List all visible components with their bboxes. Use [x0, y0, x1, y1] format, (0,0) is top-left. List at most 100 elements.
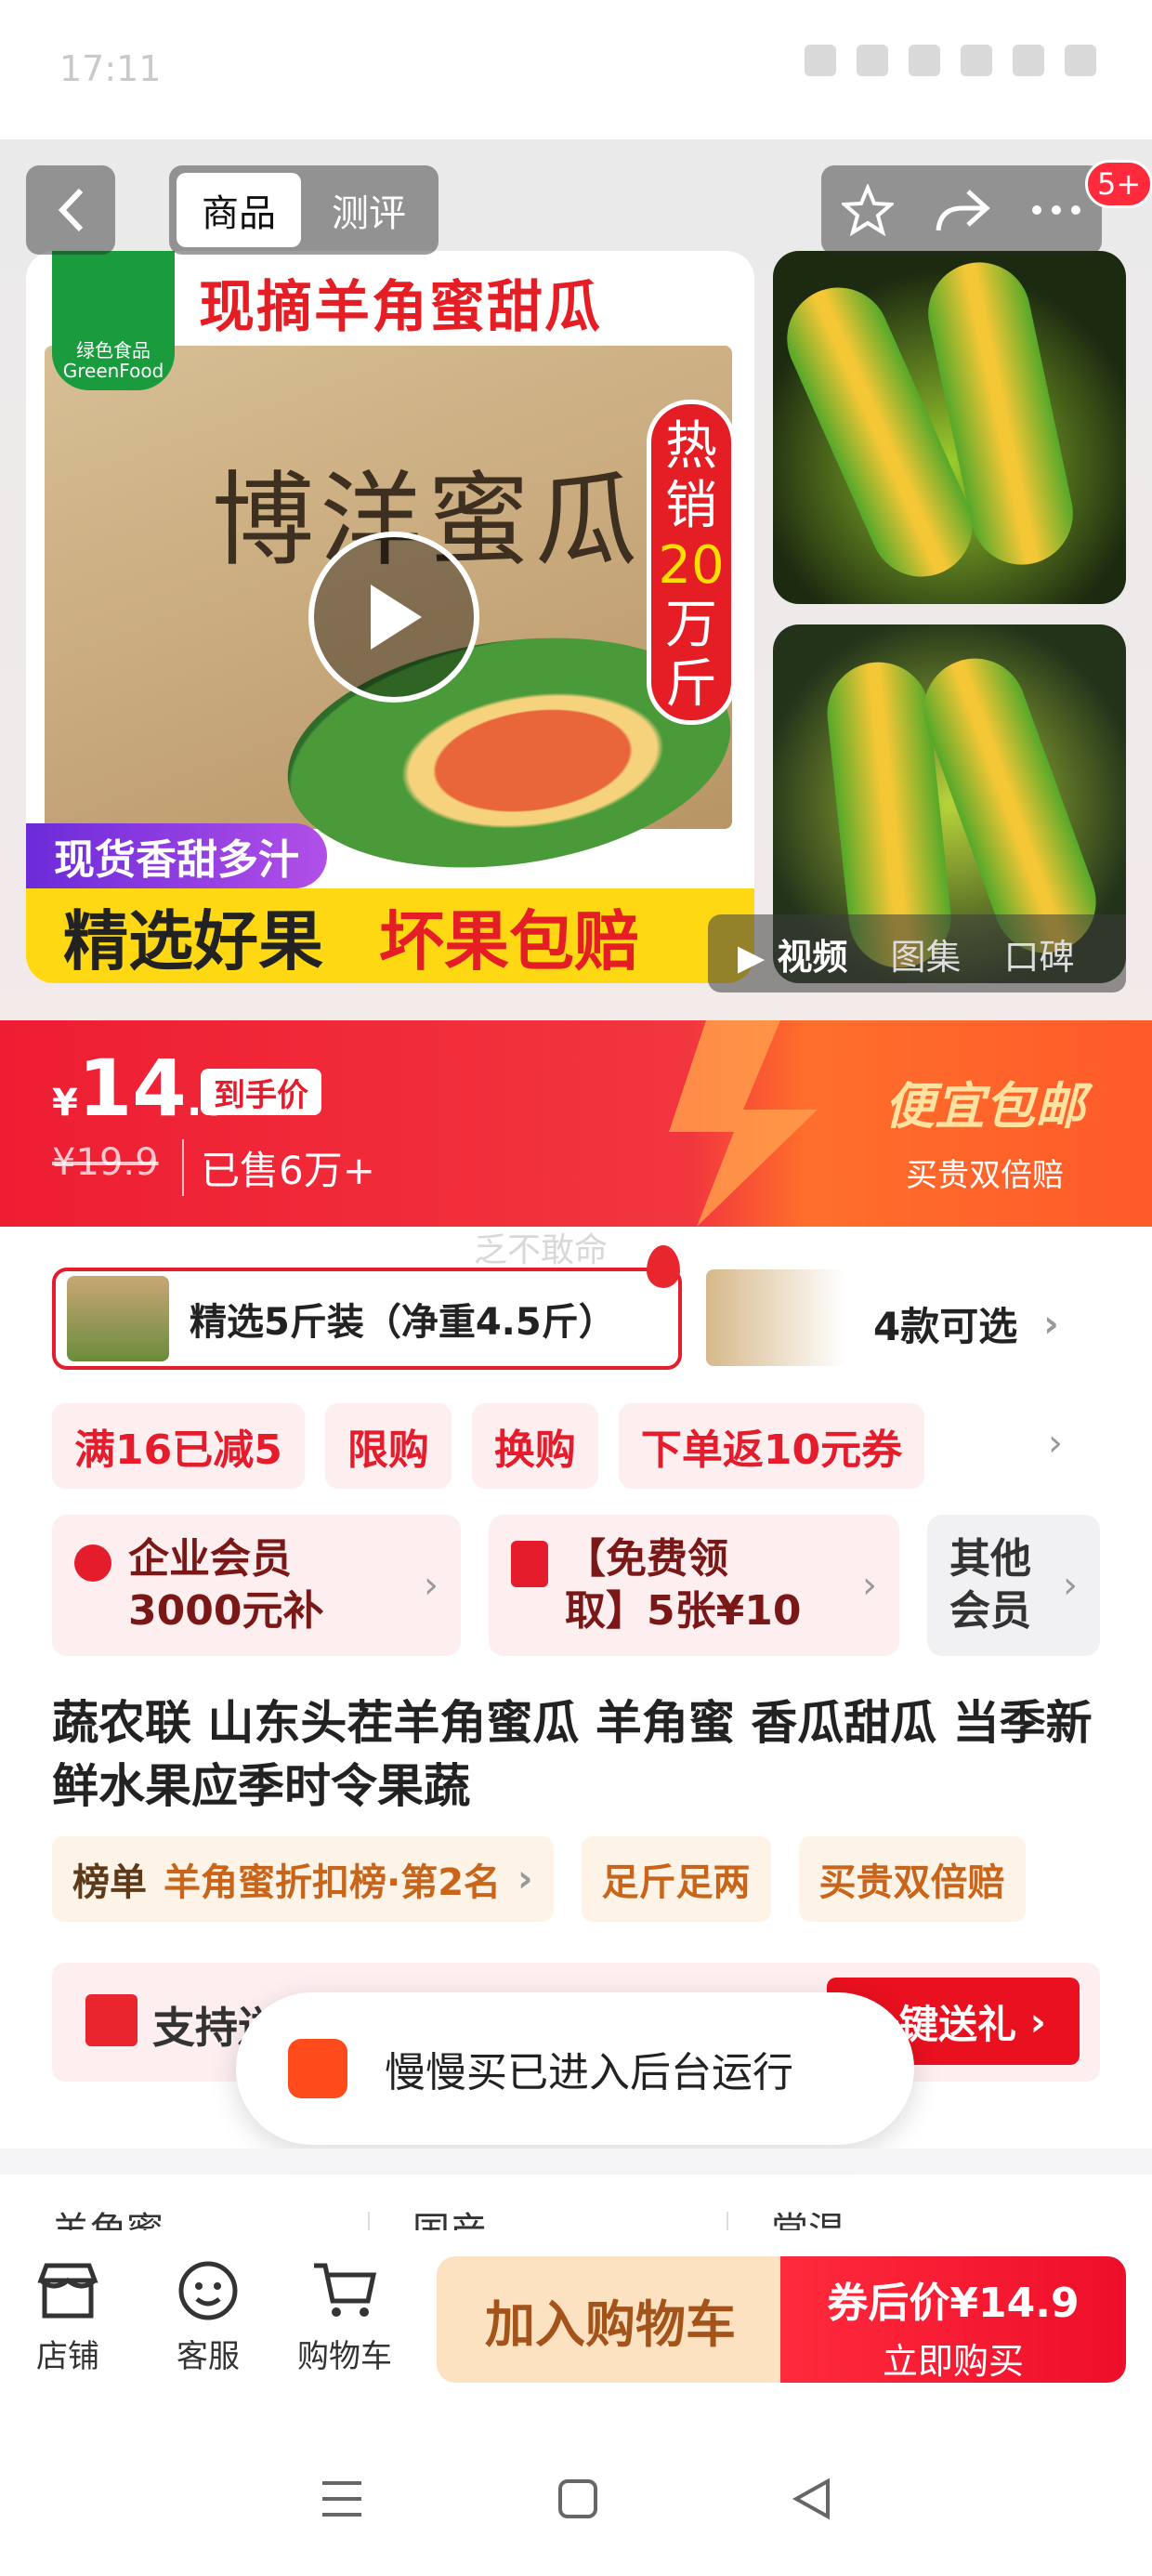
ranking-tag[interactable]: 榜单 羊角蜜折扣榜·第2名 ›: [52, 1836, 554, 1922]
sku-more-label: 4款可选: [873, 1304, 1018, 1349]
guarantee-band: 精选好果 坏果包赔: [26, 888, 754, 983]
watermark: 乏不敢命: [474, 1231, 609, 1269]
more-icon[interactable]: [1031, 204, 1081, 216]
price-currency: ¥: [52, 1082, 78, 1124]
gallery-thumb-1[interactable]: [773, 251, 1126, 604]
logo-text-cn: 绿色食品: [76, 339, 151, 361]
sku-option-2[interactable]: [706, 1269, 845, 1366]
coupon-card[interactable]: 【免费领 取】5张¥10无... ›: [489, 1515, 899, 1656]
promo-tag[interactable]: 换购: [471, 1403, 598, 1489]
shop-icon: [37, 2263, 98, 2319]
chevron-right-icon: ›: [517, 1858, 533, 1900]
original-price: ¥19.9: [52, 1141, 159, 1184]
add-to-cart-button[interactable]: 加入购物车: [437, 2256, 784, 2383]
price-integer: 14: [77, 1043, 187, 1134]
product-title: 蔬农联 山东头茬羊角蜜瓜 羊角蜜 香瓜甜瓜 当季新鲜水果应季时令果蔬: [52, 1696, 1093, 1813]
sku-selected-label: 精选5斤装（净重4.5斤）: [190, 1301, 616, 1344]
ranking-tags: 榜单 羊角蜜折扣榜·第2名 › 足斤足两 买贵双倍赔: [52, 1836, 1026, 1922]
tab-video[interactable]: ▶ 视频: [738, 928, 847, 979]
ranking-text: 羊角蜜折扣榜·第2名: [164, 1861, 502, 1904]
hot-sale-badge: 热 销 20 万 斤: [647, 400, 736, 725]
chevron-right-icon: ›: [1063, 1564, 1078, 1607]
cart-button[interactable]: 购物车: [297, 2260, 392, 2376]
promo-more-chevron-icon[interactable]: ›: [1048, 1422, 1063, 1465]
menu-icon[interactable]: [319, 2477, 365, 2520]
buy-now-button[interactable]: 券后价¥14.9 立即购买: [780, 2256, 1126, 2383]
final-price-badge: 到手价: [201, 1069, 321, 1115]
coupon-icon: [511, 1541, 548, 1587]
hot-char: 热: [665, 416, 717, 477]
section-divider: [0, 2149, 1152, 2175]
cart-label: 购物车: [297, 2338, 392, 2375]
service-button[interactable]: 客服: [177, 2260, 240, 2376]
promo-tag[interactable]: 限购: [324, 1403, 452, 1489]
green-food-logo: 绿色食品 GreenFood: [52, 251, 175, 390]
battery-icon: [1065, 45, 1096, 76]
hot-char: 万: [665, 595, 717, 655]
back-nav-icon[interactable]: [791, 2477, 833, 2520]
alarm-icon: [805, 45, 836, 76]
coupon-card-text: 【免费领 取】5张¥10无...: [565, 1535, 802, 1635]
band-right-text: 坏果包赔: [379, 902, 639, 979]
signal-icon: [961, 45, 992, 76]
home-icon[interactable]: [556, 2477, 599, 2520]
person-icon: [74, 1544, 111, 1582]
signal2-icon: [1013, 45, 1044, 76]
other-member-text: 其他 会员: [949, 1535, 1031, 1635]
chevron-left-icon: [58, 188, 84, 232]
free-shipping-promo: 便宜包邮 买贵双倍赔: [836, 1065, 1133, 1195]
buy-now-label: 立即购买: [882, 2341, 1024, 2382]
status-time: 17:11: [59, 48, 162, 89]
sku-thumbnail: [67, 1276, 169, 1361]
star-icon[interactable]: [842, 184, 894, 236]
logo-text-en: GreenFood: [62, 360, 164, 382]
shop-button[interactable]: 店铺: [35, 2260, 100, 2376]
tab-album[interactable]: 图集: [890, 928, 961, 979]
other-member-card[interactable]: 其他 会员 ›: [927, 1515, 1100, 1656]
tab-product[interactable]: 商品: [177, 173, 301, 247]
tab-review[interactable]: 测评: [307, 173, 431, 247]
status-bar: 17:11: [0, 0, 1152, 139]
play-video-icon[interactable]: [308, 532, 479, 703]
hot-char: 斤: [665, 654, 717, 715]
double-refund-tag[interactable]: 买贵双倍赔: [798, 1836, 1026, 1922]
fresh-tag: 现货香甜多汁: [26, 823, 327, 888]
buy-price-label: 券后价¥14.9: [827, 2280, 1080, 2327]
promo-tag[interactable]: 下单返10元券: [618, 1403, 925, 1489]
tab-video-label: 视频: [777, 936, 848, 978]
promo-tags: 满16已减5 限购 换购 下单返10元券: [52, 1403, 925, 1489]
promo-title: 便宜包邮: [884, 1077, 1085, 1136]
mute-icon: [857, 45, 888, 76]
cart-icon: [314, 2263, 377, 2317]
sku-selected[interactable]: 精选5斤装（净重4.5斤）: [52, 1268, 682, 1370]
message-badge: 5+: [1085, 160, 1152, 208]
main-product-image[interactable]: 博洋蜜瓜 绿色食品 GreenFood 现摘羊角蜜甜瓜 热 销 20 万 斤 现…: [26, 251, 754, 983]
service-label: 客服: [177, 2338, 240, 2375]
enterprise-member-card[interactable]: 企业会员 3000元补贴，... ›: [52, 1515, 461, 1656]
toast-notification: 慢慢买已进入后台运行: [236, 1992, 914, 2145]
chevron-right-icon: ›: [1043, 1302, 1059, 1346]
back-button[interactable]: [26, 165, 115, 255]
flame-icon: [647, 1245, 680, 1288]
promo-tag[interactable]: 满16已减5: [52, 1403, 305, 1489]
top-actions: [821, 165, 1102, 255]
sku-more-button[interactable]: 4款可选 ›: [873, 1295, 1059, 1352]
shop-label: 店铺: [36, 2338, 99, 2375]
lightning-decoration: [669, 1020, 818, 1227]
full-weight-tag[interactable]: 足斤足两: [581, 1836, 771, 1922]
hot-char: 销: [665, 476, 717, 536]
chevron-right-icon: ›: [424, 1564, 439, 1607]
tab-reviews[interactable]: 口碑: [1003, 928, 1074, 979]
image-headline: 现摘羊角蜜甜瓜: [199, 275, 602, 340]
chat-icon: [178, 2261, 238, 2320]
manmanmai-app-icon: [288, 2039, 347, 2098]
status-icons: [805, 45, 1096, 76]
gift-icon: [85, 1994, 137, 2046]
sold-count: 已售6万+: [182, 1139, 375, 1196]
share-icon[interactable]: [935, 186, 990, 234]
ranking-prefix: 榜单: [72, 1861, 147, 1904]
hot-number: 20: [658, 535, 725, 596]
promo-subtitle: 买贵双倍赔: [906, 1157, 1064, 1194]
page-tabs: 商品 测评: [169, 165, 439, 255]
system-navigation: [0, 2422, 1152, 2576]
